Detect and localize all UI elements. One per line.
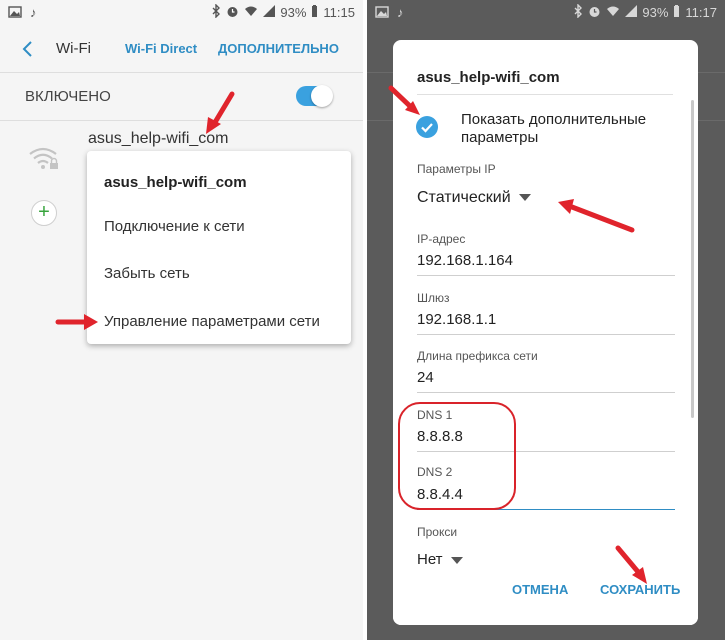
cancel-button[interactable]: ОТМЕНА: [512, 582, 568, 597]
add-network-icon[interactable]: +: [31, 200, 57, 226]
clock: 11:17: [685, 5, 717, 20]
dropdown-arrow-icon: [450, 556, 463, 564]
music-icon: ♪: [397, 5, 404, 20]
checkmark-icon: [421, 123, 433, 133]
music-icon: ♪: [30, 5, 37, 20]
scrollbar[interactable]: [691, 100, 694, 418]
ip-settings-dropdown[interactable]: Статический: [417, 189, 531, 207]
gallery-icon: [8, 5, 22, 22]
gateway-input[interactable]: 192.168.1.1: [417, 311, 496, 328]
advanced-button[interactable]: ДОПОЛНИТЕЛЬНО: [218, 41, 339, 56]
status-bar: ♪ 93% 11:17: [367, 0, 725, 26]
dialog-title: asus_help-wifi_com: [417, 69, 560, 86]
field-underline: [417, 275, 675, 276]
proxy-value: Нет: [417, 551, 443, 568]
battery-icon: [311, 4, 318, 21]
bluetooth-icon: [211, 3, 221, 21]
menu-item-manage[interactable]: Управление параметрами сети: [104, 313, 320, 330]
menu-item-forget[interactable]: Забыть сеть: [104, 265, 190, 282]
battery-icon: [673, 4, 680, 21]
wifi-secured-icon: [28, 146, 62, 172]
dialog-actions: ОТМЕНА СОХРАНИТЬ: [393, 568, 698, 625]
wifi-toggle-label: ВКЛЮЧЕНО: [25, 88, 111, 105]
divider: [0, 72, 363, 73]
wifi-status-icon: [244, 5, 258, 20]
menu-item-connect[interactable]: Подключение к сети: [104, 218, 245, 235]
menu-title: asus_help-wifi_com: [104, 174, 247, 191]
gallery-icon: [375, 5, 389, 22]
battery-percent: 93%: [642, 5, 669, 20]
toggle-knob: [311, 85, 333, 107]
bluetooth-icon: [573, 3, 583, 21]
ip-address-label: IP-адрес: [417, 232, 466, 246]
back-arrow-icon: [22, 41, 32, 57]
proxy-dropdown[interactable]: Нет: [417, 551, 463, 568]
network-context-menu: asus_help-wifi_com Подключение к сети За…: [87, 151, 351, 344]
wifi-status-icon: [606, 5, 620, 20]
ip-settings-value: Статический: [417, 189, 511, 206]
dropdown-arrow-icon: [518, 194, 531, 202]
divider: [417, 94, 673, 95]
dns-highlight-oval: [398, 402, 516, 510]
alarm-icon: [226, 5, 239, 21]
save-button[interactable]: СОХРАНИТЬ: [600, 582, 680, 597]
wifi-settings-screen: ♪ 93% 11:15 Wi-Fi Wi-Fi Direct ДОПОЛНИТЕ…: [0, 0, 363, 640]
clock: 11:15: [323, 5, 355, 20]
network-settings-dialog: asus_help-wifi_com Показать дополнительн…: [393, 40, 698, 625]
network-dialog-screen: ♪ 93% 11:17 asus_help-wifi_com Показать …: [367, 0, 725, 640]
alarm-icon: [588, 5, 601, 21]
gateway-label: Шлюз: [417, 291, 450, 305]
signal-icon: [625, 5, 638, 20]
prefix-length-input[interactable]: 24: [417, 369, 434, 386]
ip-settings-label: Параметры IP: [417, 162, 496, 176]
wifi-direct-button[interactable]: Wi-Fi Direct: [125, 41, 197, 56]
app-bar: Wi-Fi Wi-Fi Direct ДОПОЛНИТЕЛЬНО: [0, 28, 363, 72]
prefix-length-label: Длина префикса сети: [417, 349, 538, 363]
field-underline: [417, 334, 675, 335]
show-advanced-label[interactable]: Показать дополнительные параметры: [461, 111, 681, 147]
back-button[interactable]: [18, 36, 40, 62]
wifi-toggle[interactable]: [296, 85, 333, 107]
divider: [0, 120, 363, 121]
field-underline: [417, 392, 675, 393]
page-title: Wi-Fi: [56, 40, 91, 57]
signal-icon: [263, 5, 276, 20]
battery-percent: 93%: [280, 5, 307, 20]
network-name[interactable]: asus_help-wifi_com: [88, 130, 229, 148]
show-advanced-checkbox[interactable]: [416, 116, 438, 138]
ip-address-input[interactable]: 192.168.1.164: [417, 252, 513, 269]
proxy-label: Прокси: [417, 525, 458, 539]
status-bar: ♪ 93% 11:15: [0, 0, 363, 26]
